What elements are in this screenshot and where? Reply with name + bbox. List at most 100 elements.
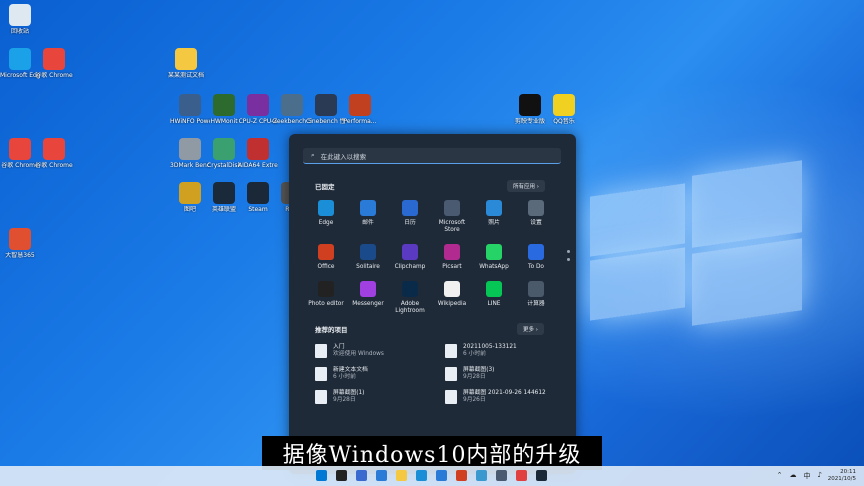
cinebench-icon [315,94,337,116]
pinned-app[interactable]: Adobe Lightroom [389,281,431,315]
desktop-icon[interactable]: QQ音乐 [544,94,584,125]
document-icon [445,390,457,404]
desktop-icon[interactable]: 回收站 [0,4,40,35]
search-placeholder: 在此键入以搜索 [320,152,367,161]
start-search-input[interactable]: ⌕ 在此键入以搜索 [303,148,561,164]
recommended-item[interactable]: 屏幕截图 2021-09-26 144612 9月26日 [445,390,555,404]
clock-time: 20:11 [840,469,856,475]
mail-icon [360,200,376,216]
chrome-icon [43,48,65,70]
chevron-up-icon[interactable]: ⌃ [777,471,783,481]
photos-icon [486,200,502,216]
pinned-app-label: Office [317,264,335,270]
pinned-app[interactable]: Wikipedia [431,281,473,315]
recommended-item-name: 入门 [333,344,345,350]
pinned-app[interactable]: Microsoft Store [431,200,473,234]
geekbench-icon [281,94,303,116]
video-subtitle: 据像Windows10内部的升级 [262,436,602,470]
pinned-app-label: 计算器 [527,301,545,307]
pinned-app[interactable]: Clipchamp [389,244,431,271]
recommended-item[interactable]: 新建文本文档 6 小时前 [315,367,445,381]
pinned-app[interactable]: 设置 [515,200,557,234]
photo-editor-icon [318,281,334,297]
edge-icon [318,200,334,216]
pinned-app[interactable]: 计算器 [515,281,557,315]
pinned-app-label: To Do [528,264,544,270]
performance-icon [349,94,371,116]
lol-icon [213,182,235,204]
recommended-item[interactable]: 入门 欢迎使用 Windows [315,344,445,358]
pinned-app-label: Photo editor [308,301,344,307]
taskbar-app-icon[interactable] [436,470,447,481]
pinned-app-label: 设置 [530,220,542,226]
pinned-app[interactable]: Solitaire [347,244,389,271]
pinned-app[interactable]: Picsart [431,244,473,271]
taskbar-app-icon[interactable] [456,470,467,481]
taskbar-app-icon[interactable] [376,470,387,481]
desktop-icon-label: 大智慧365 [5,252,35,259]
recommended-item-time: 9月28日 [333,397,356,403]
document-icon [445,367,457,381]
office-icon [318,244,334,260]
document-icon [315,344,327,358]
solitaire-icon [360,244,376,260]
desktop-icon[interactable]: 某某测试文档 [166,48,206,79]
all-apps-button[interactable]: 所有应用 › [507,180,545,192]
taskbar-app-icon[interactable] [316,470,327,481]
calculator-icon [528,281,544,297]
taskbar-app-icon[interactable] [416,470,427,481]
pinned-app-label: 照片 [488,220,500,226]
recommended-item-name: 屏幕截图(3) [463,367,495,373]
pinned-app[interactable]: Edge [305,200,347,234]
edge-icon [9,48,31,70]
desktop-icon[interactable]: 谷歌 Chrome [34,48,74,79]
taskbar-app-icon[interactable] [516,470,527,481]
pinned-app[interactable]: 照片 [473,200,515,234]
start-menu: ⌕ 在此键入以搜索 已固定 所有应用 › Edge 邮件 日历 Microsoft S… [289,134,576,474]
qqmusic-icon [553,94,575,116]
desktop-icon[interactable]: 谷歌 Chrome [34,138,74,169]
pinned-app[interactable]: To Do [515,244,557,271]
document-icon [315,390,327,404]
pinned-app[interactable]: Messenger [347,281,389,315]
cloud-icon[interactable]: ☁ [790,471,797,481]
page-indicator[interactable] [567,250,570,261]
taskbar: ⌃ ☁ 中 ♪ 20:11 2021/10/5 [0,466,864,486]
taskbar-app-icon[interactable] [336,470,347,481]
speaker-icon[interactable]: ♪ [818,471,822,481]
pinned-app[interactable]: WhatsApp [473,244,515,271]
pinned-app-label: Solitaire [356,264,380,270]
pinned-app[interactable]: 邮件 [347,200,389,234]
taskbar-app-icon[interactable] [536,470,547,481]
pinned-app[interactable]: 日历 [389,200,431,234]
recommended-item[interactable]: 屏幕截图(3) 9月28日 [445,367,555,381]
desktop-icon[interactable]: 大智慧365 [0,228,40,259]
recommended-item-time: 9月28日 [463,374,486,380]
pinned-app-label: Messenger [352,301,384,307]
recommended-item[interactable]: 20211005-133121 6 小时前 [445,344,555,358]
whatsapp-icon [486,244,502,260]
more-button[interactable]: 更多 › [517,323,544,335]
recommended-item[interactable]: 屏幕截图(1) 9月28日 [315,390,445,404]
ime-indicator[interactable]: 中 [804,471,811,481]
taskbar-app-icon[interactable] [396,470,407,481]
pinned-app[interactable]: Office [305,244,347,271]
chrome-icon [9,138,31,160]
recommended-item-name: 屏幕截图 2021-09-26 144612 [463,390,546,396]
pinned-app[interactable]: Photo editor [305,281,347,315]
pinned-app[interactable]: LINE [473,281,515,315]
document-icon [315,367,327,381]
taskbar-app-icon[interactable] [356,470,367,481]
capcut-icon [519,94,541,116]
lightroom-icon [402,281,418,297]
aida64-icon [247,138,269,160]
recommended-item-name: 屏幕截图(1) [333,390,365,396]
desktop-icon-label: AIDA64 Extreme [238,162,278,169]
desktop-icon[interactable]: AIDA64 Extreme [238,138,278,169]
taskbar-app-icon[interactable] [476,470,487,481]
taskbar-app-icon[interactable] [496,470,507,481]
tuba-icon [179,182,201,204]
desktop-icon[interactable]: Performa... [340,94,380,125]
hwmonitor-icon [213,94,235,116]
clock[interactable]: 20:11 2021/10/5 [828,469,856,483]
